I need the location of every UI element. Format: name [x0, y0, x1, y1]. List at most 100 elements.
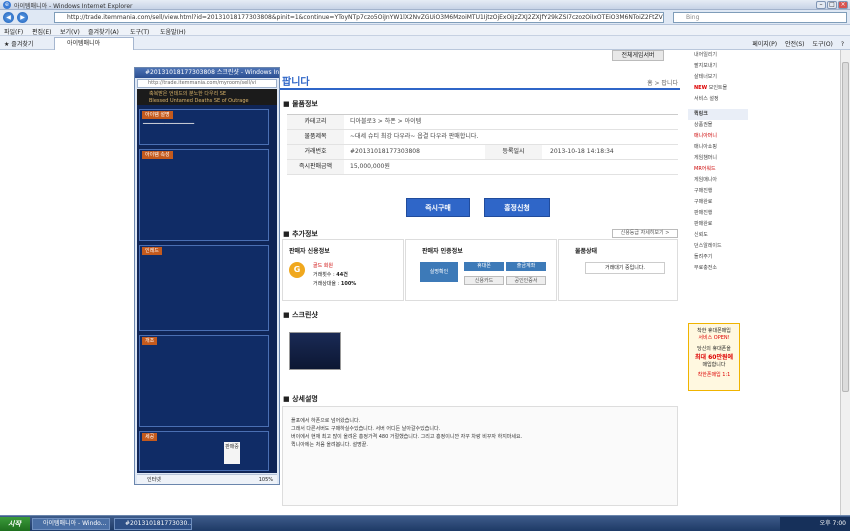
quicklink-item[interactable]: MR어워드 [688, 164, 748, 175]
desc-line: ━━━━━━━━━━━━━━━━━ [143, 121, 195, 127]
quicklink-item[interactable]: 매니아쇼핑 [688, 142, 748, 153]
quicklink-item[interactable]: 신뢰도 [688, 230, 748, 241]
task-button[interactable]: 아이템매니아 - Windo... [32, 518, 110, 530]
sidebar-item[interactable]: 서비스 설정 [688, 94, 748, 105]
menu-edit[interactable]: 편집(E) [32, 27, 52, 36]
popup-address-bar[interactable]: http://trade.itemmania.com/myroom/sell/v… [137, 79, 277, 88]
tools-menu[interactable]: 도구(O) [812, 41, 832, 48]
help-icon[interactable]: ? [841, 41, 844, 48]
new-badge: NEW [694, 85, 708, 91]
trade-count-label: 거래횟수 : [313, 272, 335, 278]
quicklink-item[interactable]: 상품권몰 [688, 120, 748, 131]
trade-count: 거래횟수 : 44건 [313, 271, 348, 278]
back-button[interactable]: ◀ [3, 12, 14, 23]
quicklink-item[interactable]: 게임매니아 [688, 175, 748, 186]
seller-credit-card: 판매자 신용정보 G 골드 회원 거래횟수 : 44건 거래상대율 : 100% [282, 239, 404, 301]
ie-icon: e [3, 1, 11, 9]
trade-rate-value: 100% [340, 281, 357, 287]
section-label: 아이템 속성 [142, 151, 173, 159]
menu-help[interactable]: 도움말(H) [160, 27, 186, 36]
maximize-button[interactable]: □ [827, 1, 837, 9]
status-zone: 인터넷 [147, 477, 161, 483]
quicklink-item[interactable]: 무료충전소 [688, 263, 748, 274]
right-sidebar: 내어일리기 팔지보내기 살테너보기 NEW 모인트몰 서비스 설정 퀵링크 상품… [688, 50, 748, 515]
status-text: 거래대기 중입니다. [585, 262, 665, 274]
additional-section-title: ■ 추가정보 [283, 230, 318, 238]
search-input[interactable]: Bing [673, 12, 847, 23]
table-row: 거래번호 #20131018177303808 등록일시 2013-10-18 … [287, 145, 678, 160]
table-row: 물품제목 ~대세 슈티 최강 다우라~ 옵결 다우라 판매합니다. [287, 130, 678, 145]
auth-badge-account: 출금계좌 [506, 262, 546, 271]
row-key: 즉시판매금액 [287, 160, 344, 174]
new-item-label: 모인트몰 [708, 85, 728, 91]
page-title: 팝니다 [282, 77, 310, 88]
sidebar-item[interactable]: 팔지보내기 [688, 61, 748, 72]
trade-count-value: 44건 [336, 272, 348, 278]
quicklink-item[interactable]: 판매진행 [688, 208, 748, 219]
quicklink-item[interactable]: 게임챔머니 [688, 153, 748, 164]
system-clock: 오후 7:00 [780, 517, 850, 531]
address-bar[interactable]: http://trade.itemmania.com/sell/view.htm… [54, 12, 664, 23]
start-button[interactable]: 시작 [0, 517, 30, 531]
craft-section: 세공 판매중 [139, 431, 269, 471]
row-key: 물품제목 [287, 130, 344, 144]
sidebar-new-item[interactable]: NEW 모인트몰 [688, 83, 748, 94]
gold-grade-icon: G [289, 262, 305, 278]
quicklink-item[interactable]: 매니아머니 [688, 131, 748, 142]
quicklink-item[interactable]: 던스알레이드 [688, 241, 748, 252]
ad-line: 최대 60만원에 [694, 354, 734, 361]
screenshot-section-title: ■ 스크린샷 [283, 311, 318, 319]
menu-tools[interactable]: 도구(T) [130, 27, 149, 36]
screenshot-thumbnail[interactable] [289, 332, 341, 370]
item-name: 축복받은 언데드의 분노한 다우리 SE [149, 91, 227, 97]
command-bar: 페이지(P) 안전(S) 도구(O) ? [752, 39, 844, 48]
quicklink-item[interactable]: 구매완료 [688, 197, 748, 208]
detail-section-label: 상세설명 [292, 395, 318, 403]
task-button[interactable]: #201310181773030... [114, 518, 192, 530]
item-desc-section: 아이템 설명 ━━━━━━━━━━━━━━━━━ [139, 109, 269, 145]
favorites-row: ★ 즐겨찾기 아이템매니아 페이지(P) 안전(S) 도구(O) ? [0, 36, 850, 50]
table-row: 즉시판매금액 15,000,000원 [287, 160, 678, 175]
zoom-level[interactable]: 105% [259, 475, 273, 485]
window-title: 아이템매니아 - Windows Internet Explorer [14, 3, 133, 10]
browser-tab[interactable]: 아이템매니아 [54, 37, 134, 50]
close-button[interactable]: × [838, 1, 848, 9]
scroll-thumb[interactable] [842, 62, 849, 392]
minimize-button[interactable]: – [816, 1, 826, 9]
section-label: 인레드 [142, 247, 162, 255]
row-key: 거래번호 [287, 145, 344, 159]
seller-auth-card: 판매자 인증정보 실명확인 휴대폰 출금계좌 신용카드 공인인증서 [405, 239, 557, 301]
row-value: ~대세 슈티 최강 다우라~ 옵결 다우라 판매합니다. [350, 133, 479, 140]
page-header: 팝니다 홈 > 팝니다 [280, 70, 680, 90]
additional-section-label: 추가정보 [292, 230, 318, 238]
detail-line: 플포에서 하폰으로 넘어왔습니다. [291, 418, 361, 424]
buy-now-button[interactable]: 즉시구매 [406, 198, 470, 217]
negotiate-button[interactable]: 흥정신청 [484, 198, 550, 217]
safety-menu[interactable]: 안전(S) [785, 41, 805, 48]
item-attr-section: 아이템 속성 [139, 149, 269, 241]
sidebar-item[interactable]: 살테너보기 [688, 72, 748, 83]
forward-button[interactable]: ▶ [17, 12, 28, 23]
popup-status-bar: 인터넷 105% [137, 474, 277, 484]
product-section-label: 물품정보 [292, 100, 318, 108]
menu-favorites[interactable]: 즐겨찾기(A) [88, 27, 119, 36]
page-menu[interactable]: 페이지(P) [752, 41, 777, 48]
detail-box: 플포에서 하폰으로 넘어왔습니다. 그래서 다른서버도 구매하실수있습니다. 서… [282, 406, 678, 506]
screenshot-section-label: 스크린샷 [292, 311, 318, 319]
auth-title: 판매자 인증정보 [422, 248, 463, 255]
popup-title: #20131018177303808 스크린샷 - Windows Intern… [135, 68, 279, 78]
phone-buyback-ad[interactable]: 착한 휴대폰매입 서비스 OPEN! 당신의 휴대폰을 최대 60만원에 매입합… [688, 323, 740, 391]
server-link[interactable]: 전체게임서버 [612, 50, 664, 61]
favorites-button[interactable]: ★ 즐겨찾기 [4, 39, 33, 48]
auth-badge-phone: 휴대폰 [464, 262, 504, 271]
quicklink-item[interactable]: 판매완료 [688, 219, 748, 230]
vertical-scrollbar[interactable] [840, 50, 850, 515]
inred-section: 인레드 [139, 245, 269, 331]
rating-detail-link[interactable]: 신용등급 자세히보기 > [612, 229, 678, 238]
quicklink-item[interactable]: 돌려주기 [688, 252, 748, 263]
menu-file[interactable]: 파일(F) [4, 27, 23, 36]
status-title: 물품상태 [575, 248, 598, 255]
quicklink-item[interactable]: 구매진행 [688, 186, 748, 197]
menu-view[interactable]: 보기(V) [60, 27, 80, 36]
sidebar-item[interactable]: 내어일리기 [688, 50, 748, 61]
